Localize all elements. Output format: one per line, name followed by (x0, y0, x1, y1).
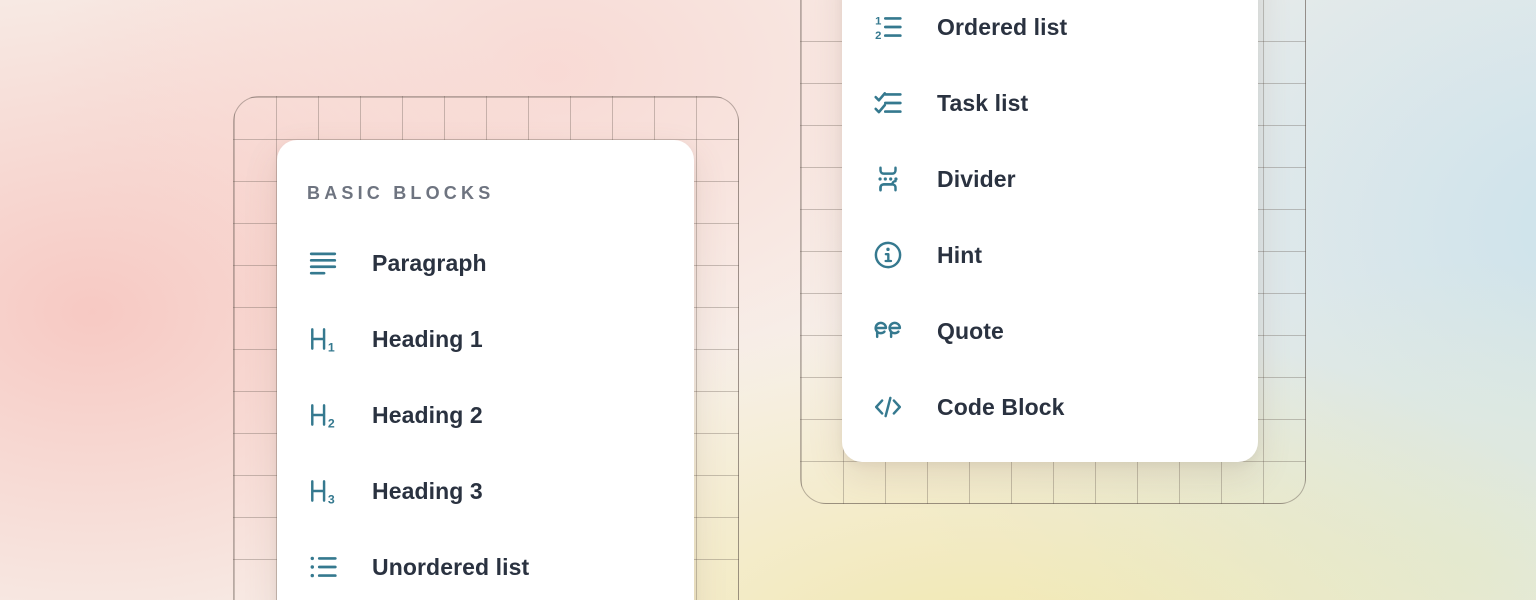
heading-2-icon: 2 (307, 399, 339, 431)
menu-item-hint[interactable]: Hint (842, 217, 1258, 293)
svg-text:1: 1 (328, 340, 335, 354)
menu-item-unordered-list[interactable]: Unordered list (277, 529, 694, 600)
menu-item-label: Ordered list (937, 14, 1067, 41)
basic-blocks-menu-list: Paragraph 1 Heading 1 2 Heading 2 3 Heading 3 U… (277, 225, 694, 600)
menu-item-label: Heading 1 (372, 326, 483, 353)
svg-text:2: 2 (875, 30, 881, 42)
editor-blocks-illustration: BASIC BLOCKS Paragraph 1 Heading 1 2 Heading… (0, 0, 1536, 600)
menu-item-label: Task list (937, 90, 1028, 117)
more-blocks-menu-list: 12Ordered listTask listDividerHintQuoteC… (842, 0, 1258, 445)
svg-text:1: 1 (875, 15, 881, 27)
section-label-basic-blocks: BASIC BLOCKS (307, 176, 694, 210)
menu-item-ordered-list[interactable]: 12Ordered list (842, 0, 1258, 65)
hint-icon (872, 239, 904, 271)
menu-item-quote[interactable]: Quote (842, 293, 1258, 369)
unordered-list-icon (307, 551, 339, 583)
menu-item-heading-3[interactable]: 3 Heading 3 (277, 453, 694, 529)
quote-icon (872, 315, 904, 347)
menu-item-task-list[interactable]: Task list (842, 65, 1258, 141)
svg-text:2: 2 (328, 416, 335, 430)
paragraph-icon (307, 247, 339, 279)
code-block-icon (872, 391, 904, 423)
more-blocks-menu-card: 12Ordered listTask listDividerHintQuoteC… (842, 0, 1258, 462)
menu-item-heading-1[interactable]: 1 Heading 1 (277, 301, 694, 377)
heading-1-icon: 1 (307, 323, 339, 355)
menu-item-label: Hint (937, 242, 982, 269)
heading-3-icon: 3 (307, 475, 339, 507)
menu-item-label: Heading 2 (372, 402, 483, 429)
menu-item-code-block[interactable]: Code Block (842, 369, 1258, 445)
menu-item-heading-2[interactable]: 2 Heading 2 (277, 377, 694, 453)
menu-item-label: Code Block (937, 394, 1065, 421)
task-list-icon (872, 87, 904, 119)
menu-item-paragraph[interactable]: Paragraph (277, 225, 694, 301)
svg-text:3: 3 (328, 492, 335, 506)
menu-item-label: Quote (937, 318, 1004, 345)
basic-blocks-menu-card: BASIC BLOCKS Paragraph 1 Heading 1 2 Heading… (277, 140, 694, 600)
menu-item-divider[interactable]: Divider (842, 141, 1258, 217)
divider-icon (872, 163, 904, 195)
menu-item-label: Unordered list (372, 554, 529, 581)
menu-item-label: Paragraph (372, 250, 487, 277)
menu-item-label: Divider (937, 166, 1016, 193)
ordered-list-icon: 12 (872, 11, 904, 43)
menu-item-label: Heading 3 (372, 478, 483, 505)
